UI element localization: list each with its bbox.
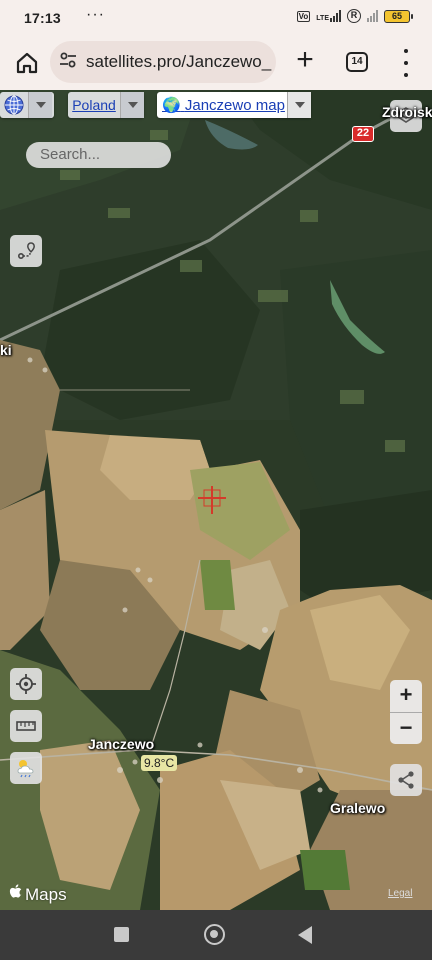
status-time: 17:13 <box>24 10 61 26</box>
country-link[interactable]: Poland <box>68 97 120 113</box>
search-input[interactable]: Search... <box>26 142 171 168</box>
lte-signal-icon: LTE <box>316 10 341 22</box>
volte-icon: Vo <box>296 10 311 22</box>
legal-link[interactable]: Legal <box>388 888 412 899</box>
map-link[interactable]: 🌍 Janczewo map <box>157 96 287 114</box>
zoom-control: + − <box>390 680 422 744</box>
home-button[interactable] <box>204 924 225 945</box>
road-number-badge: 22 <box>352 126 374 142</box>
tune-icon[interactable] <box>58 50 78 75</box>
chevron-down-icon[interactable] <box>120 92 144 118</box>
ruler-icon[interactable] <box>10 710 42 742</box>
place-label-zdroisko: Zdroisk <box>382 104 432 120</box>
weather-cloud-icon[interactable] <box>10 752 42 784</box>
share-icon[interactable] <box>390 764 422 796</box>
recents-button[interactable] <box>114 927 129 942</box>
more-vertical-icon[interactable] <box>398 49 414 77</box>
system-nav-bar <box>0 910 432 960</box>
globe-selector[interactable] <box>0 92 54 118</box>
satellite-imagery <box>0 90 432 910</box>
roaming-icon: R <box>347 9 361 23</box>
status-bar: 17:13 ··· Vo LTE R 65 <box>0 0 432 36</box>
apple-maps-attribution: Maps <box>9 884 67 905</box>
url-text[interactable]: satellites.pro/Janczewo_ <box>86 52 271 72</box>
place-label-gralewo: Gralewo <box>330 800 386 816</box>
browser-toolbar: satellites.pro/Janczewo_ + 14 <box>0 36 432 90</box>
country-selector[interactable]: Poland <box>68 92 144 118</box>
earth-icon: 🌍 <box>162 97 181 114</box>
home-icon[interactable] <box>12 48 42 78</box>
satellite-map[interactable]: Poland 🌍 Janczewo map Search... 22 Zdroi… <box>0 90 432 910</box>
chevron-down-icon[interactable] <box>287 92 311 118</box>
chevron-down-icon[interactable] <box>28 92 52 118</box>
zoom-out-button[interactable]: − <box>390 712 422 744</box>
url-bar[interactable]: satellites.pro/Janczewo_ <box>50 41 276 83</box>
plus-icon[interactable]: + <box>290 45 320 76</box>
apple-icon <box>9 884 23 905</box>
crosshair-icon[interactable] <box>10 668 42 700</box>
status-icons: Vo LTE R 65 <box>296 9 413 23</box>
place-label-janczewo: Janczewo <box>88 736 155 752</box>
back-button[interactable] <box>298 926 312 944</box>
tab-count-button[interactable]: 14 <box>346 52 368 72</box>
route-icon[interactable] <box>10 235 42 267</box>
map-selector[interactable]: 🌍 Janczewo map <box>157 92 311 118</box>
battery-icon: 65 <box>384 9 413 23</box>
signal-icon <box>367 10 378 22</box>
place-label-town: ki <box>0 342 12 358</box>
zoom-in-button[interactable]: + <box>390 680 422 712</box>
status-overflow-icon: ··· <box>86 6 105 23</box>
globe-icon <box>0 92 28 118</box>
temperature-badge: 9.8°C <box>141 755 178 771</box>
